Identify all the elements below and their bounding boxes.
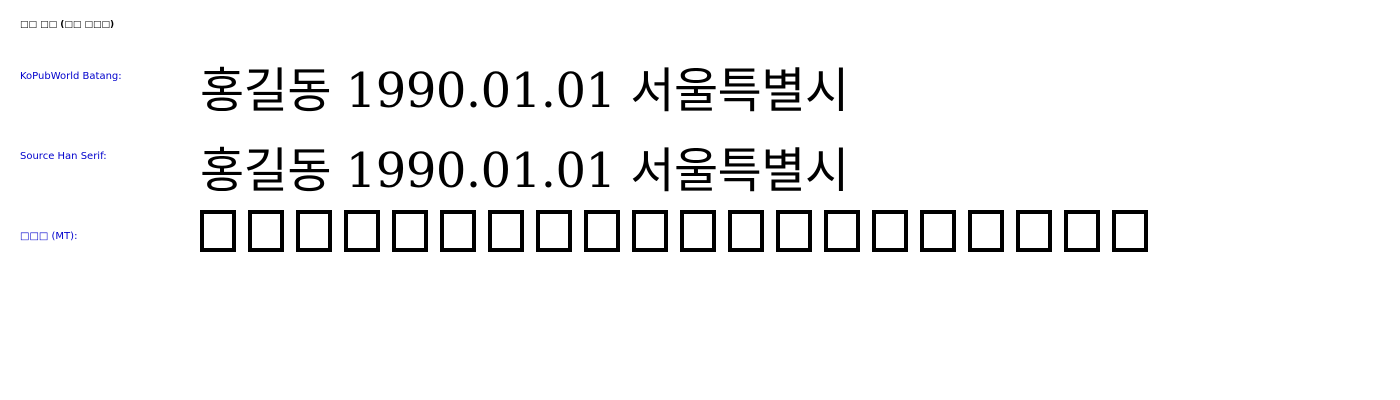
missing-glyph-box	[920, 210, 956, 252]
missing-glyph-box	[632, 210, 668, 252]
font-sample-text: 홍길동 1990.01.01 서울특별시	[200, 63, 849, 119]
missing-glyph-box	[680, 210, 716, 252]
missing-glyph-box	[248, 210, 284, 252]
missing-glyph-box	[872, 210, 908, 252]
missing-glyph-box	[296, 210, 332, 252]
missing-glyph-box	[968, 210, 1004, 252]
font-sample-row-mt: □□□ (MT):	[0, 210, 1400, 310]
font-sample-text: 홍길동 1990.01.01 서울특별시	[200, 143, 849, 199]
missing-glyph-box	[392, 210, 428, 252]
missing-glyph-box	[1016, 210, 1052, 252]
page-title: □□ □□ (□□ □□□)	[20, 20, 115, 30]
missing-glyph-box	[344, 210, 380, 252]
missing-glyph-box	[1064, 210, 1100, 252]
missing-glyph-box	[584, 210, 620, 252]
missing-glyph-box	[824, 210, 860, 252]
missing-glyph-box	[1112, 210, 1148, 252]
font-label: □□□ (MT):	[20, 231, 78, 242]
font-label: Source Han Serif:	[20, 151, 107, 162]
missing-glyph-box	[776, 210, 812, 252]
missing-glyph-box	[488, 210, 524, 252]
missing-glyph-box	[440, 210, 476, 252]
font-sample-row-kopub: KoPubWorld Batang: 홍길동 1990.01.01 서울특별시	[0, 63, 1400, 150]
missing-glyph-box	[200, 210, 236, 252]
font-label: KoPubWorld Batang:	[20, 71, 122, 82]
missing-glyph-sample	[200, 210, 1148, 252]
missing-glyph-box	[728, 210, 764, 252]
missing-glyph-box	[536, 210, 572, 252]
